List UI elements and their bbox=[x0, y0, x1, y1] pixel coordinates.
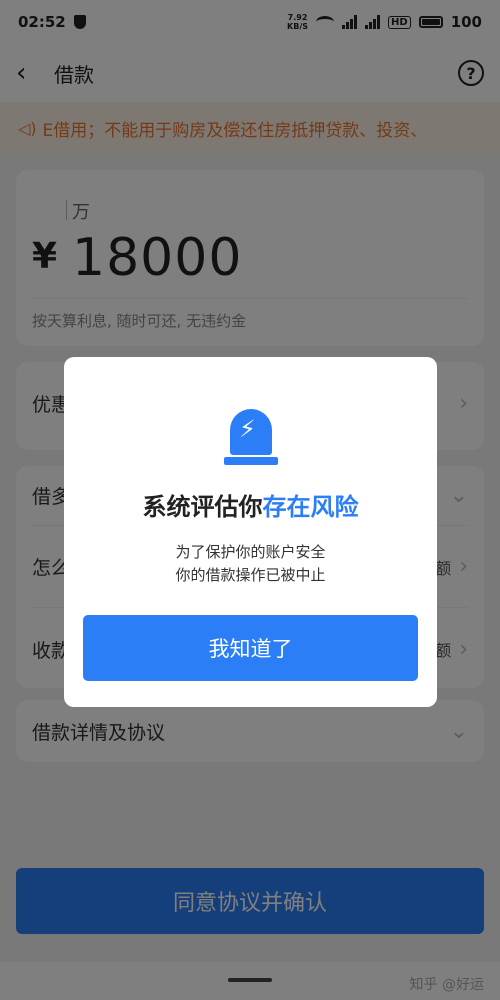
risk-dialog: ⚡ 系统评估你存在风险 为了保护你的账户安全 你的借款操作已被中止 我知道了 bbox=[64, 357, 437, 707]
dialog-message: 为了保护你的账户安全 你的借款操作已被中止 bbox=[175, 543, 326, 584]
dialog-title-highlight: 存在风险 bbox=[262, 493, 359, 521]
dialog-title: 系统评估你存在风险 bbox=[142, 493, 359, 521]
alarm-lamp-icon: ⚡ bbox=[224, 409, 278, 467]
lightning-icon: ⚡ bbox=[239, 415, 256, 443]
ok-button[interactable]: 我知道了 bbox=[83, 615, 418, 681]
